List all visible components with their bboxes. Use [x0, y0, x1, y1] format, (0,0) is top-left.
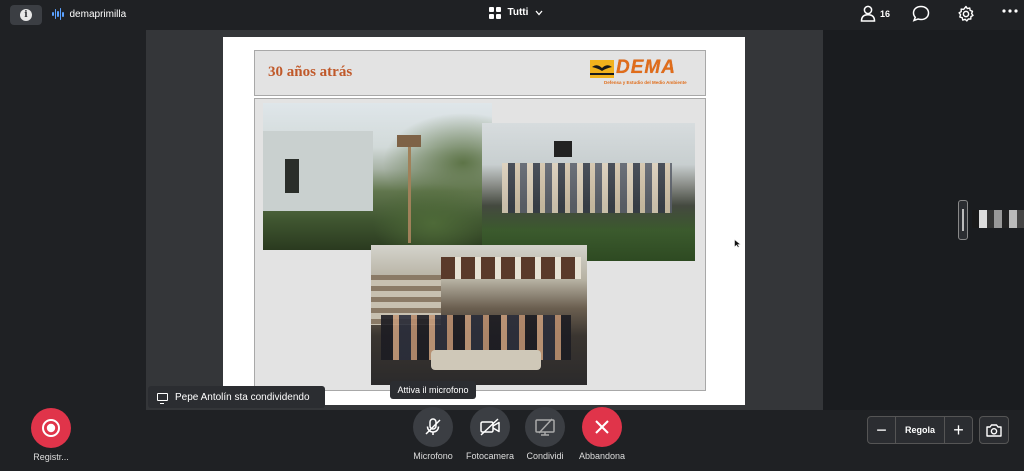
info-button[interactable]: i [10, 5, 42, 25]
camera-label: Fotocamera [465, 451, 515, 461]
sharing-status-text: Pepe Antolín sta condividendo [175, 391, 310, 403]
more-dots-icon [1002, 9, 1018, 13]
logo-subtitle: Defensa y Estudio del Medio Ambiente [604, 80, 687, 85]
mic-tooltip: Attiva il microfono [390, 381, 476, 399]
logo-wordmark: DEMA [616, 57, 676, 78]
slide-header: 30 años atrás DEMA Defensa y Estudio del… [254, 50, 706, 96]
mic-control[interactable]: Microfono [408, 407, 458, 461]
filmstrip-toggle-handle[interactable] [958, 200, 968, 240]
camera-icon [986, 423, 1002, 437]
dema-logo: DEMA Defensa y Estudio del Medio Ambient… [590, 57, 690, 91]
leave-label: Abbandona [578, 451, 626, 461]
top-bar: i demaprimilla Tutti 16 [0, 0, 1024, 30]
mouse-cursor-icon [734, 239, 741, 248]
zoom-in-button[interactable]: + [945, 417, 972, 443]
record-label: Registr... [33, 452, 69, 462]
share-control[interactable]: Condividi [520, 407, 570, 461]
settings-button[interactable] [957, 5, 975, 23]
mic-label: Microfono [413, 451, 453, 461]
leave-button[interactable] [582, 407, 622, 447]
zoom-fit-button[interactable]: Regola [895, 417, 945, 443]
meeting-name-label: demaprimilla [69, 8, 127, 20]
chevron-down-icon [535, 10, 543, 16]
audio-wave-icon [52, 8, 64, 20]
mic-button[interactable] [413, 407, 453, 447]
camera-button[interactable] [470, 407, 510, 447]
slide-photo-area [254, 98, 706, 391]
grid-icon [489, 7, 501, 19]
sharing-status-banner: Pepe Antolín sta condividendo [148, 386, 325, 408]
view-selector-label: Tutti [507, 7, 529, 19]
record-icon [42, 419, 60, 437]
chat-button[interactable] [912, 5, 930, 22]
monitor-icon [157, 393, 168, 404]
meeting-title: demaprimilla [52, 8, 126, 20]
info-icon: i [20, 9, 32, 21]
zoom-control: − Regola + [867, 416, 973, 444]
share-label: Condividi [526, 451, 564, 461]
gear-icon [958, 5, 974, 22]
zoom-out-button[interactable]: − [868, 417, 895, 443]
slide-title: 30 años atrás [268, 64, 353, 80]
leave-control[interactable]: Abbandona [577, 407, 627, 461]
record-control[interactable]: Registr... [26, 408, 76, 462]
person-icon [860, 5, 876, 22]
shared-slide: 30 años atrás DEMA Defensa y Estudio del… [223, 37, 745, 405]
photo-group-indoor [371, 245, 587, 385]
view-selector[interactable]: Tutti [489, 7, 543, 19]
bird-logo-icon [590, 60, 614, 78]
bottom-toolbar: Registr... Microfono Fotocamera Condivid… [0, 407, 1024, 471]
camera-off-icon [480, 418, 500, 436]
participant-thumbnail[interactable] [972, 210, 1024, 228]
close-icon [595, 420, 609, 434]
chat-bubble-icon [912, 5, 930, 22]
photo-group-outdoor [482, 123, 695, 261]
participants-button[interactable]: 16 [860, 5, 890, 22]
camera-control[interactable]: Fotocamera [465, 407, 515, 461]
photo-garden-house [263, 103, 492, 250]
screen-share-off-icon [535, 418, 555, 436]
share-screen-button[interactable] [525, 407, 565, 447]
record-button[interactable] [31, 408, 71, 448]
more-button[interactable] [1002, 9, 1018, 13]
snapshot-button[interactable] [979, 416, 1009, 444]
mic-muted-icon [425, 418, 441, 435]
participant-count: 16 [880, 8, 891, 19]
